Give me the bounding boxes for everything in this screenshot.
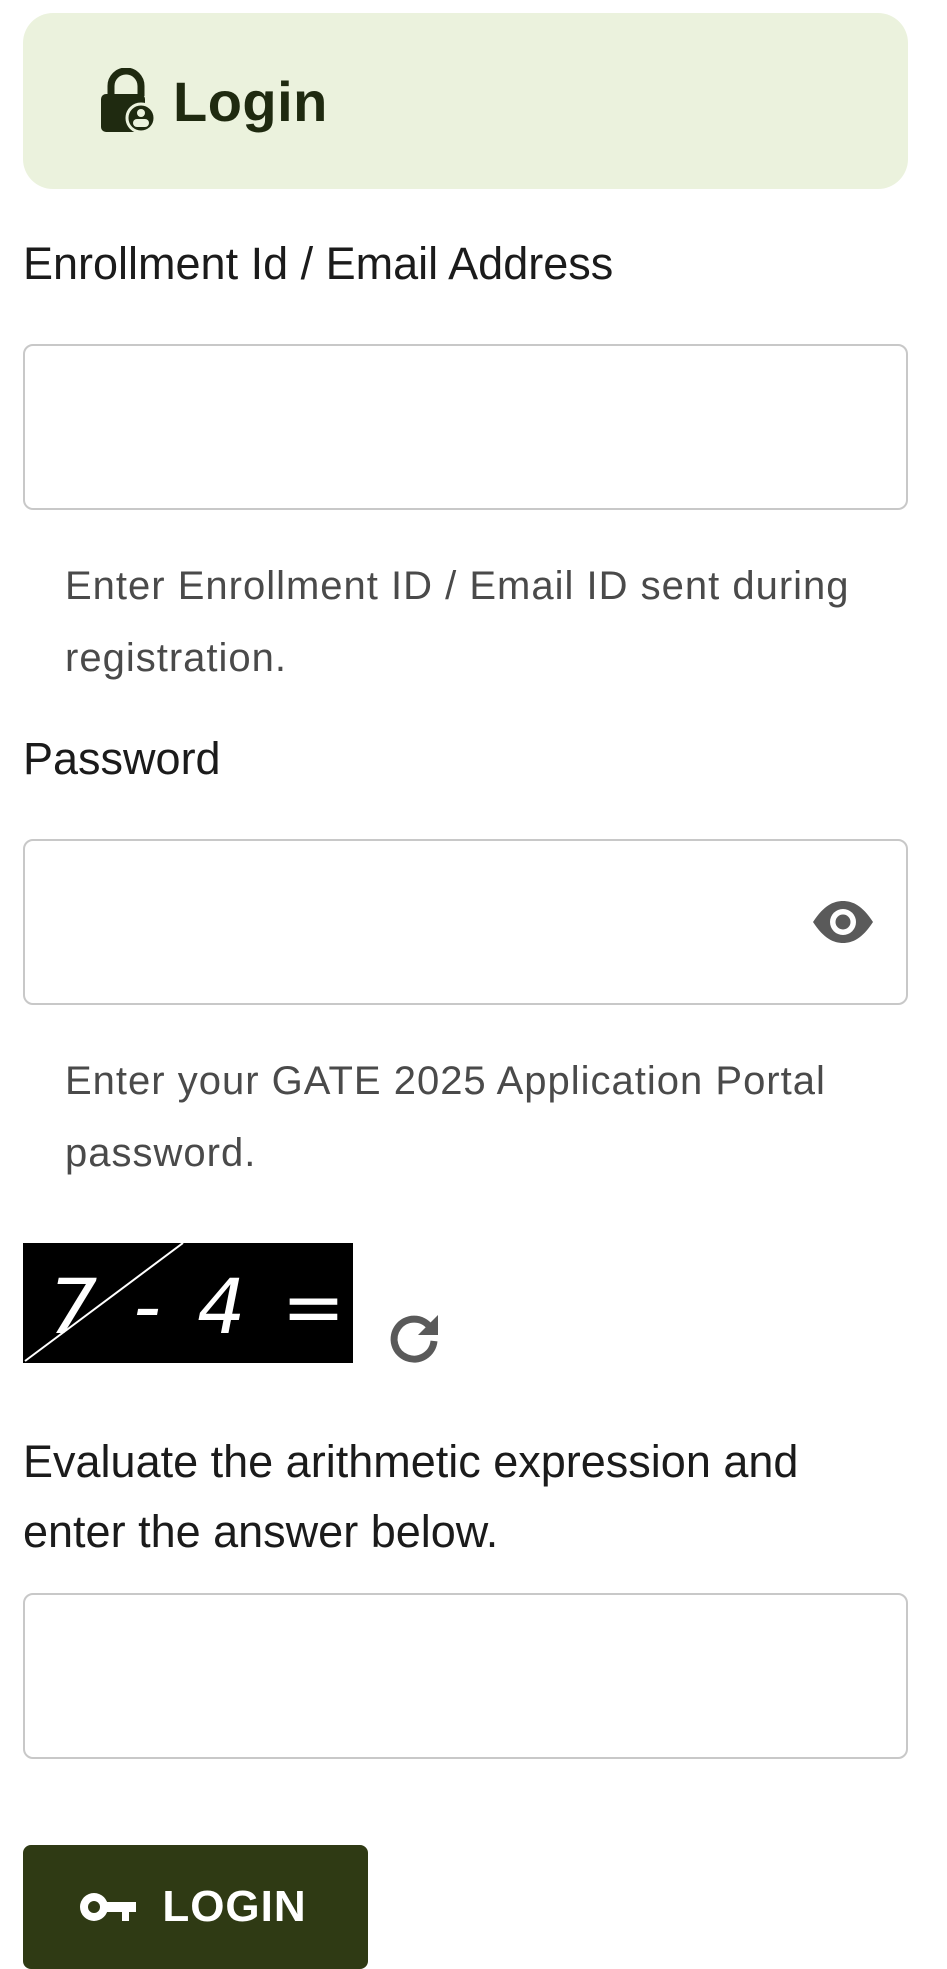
- captcha-input[interactable]: [25, 1595, 906, 1757]
- enrollment-helper-text: Enter Enrollment ID / Email ID sent duri…: [65, 564, 850, 680]
- enrollment-label: Enrollment Id / Email Address: [23, 238, 614, 289]
- page-title: Login: [173, 69, 328, 133]
- lock-icon: [101, 68, 155, 134]
- refresh-icon[interactable]: [386, 1311, 442, 1367]
- password-label: Password: [23, 733, 221, 784]
- login-button[interactable]: LOGIN: [23, 1845, 368, 1969]
- eye-icon[interactable]: [810, 899, 876, 945]
- password-input-box[interactable]: [23, 839, 908, 1005]
- password-helper-text: Enter your GATE 2025 Application Portal …: [65, 1059, 826, 1175]
- captcha-input-box[interactable]: [23, 1593, 908, 1759]
- captcha-expression: 7 - 4 =: [49, 1262, 351, 1351]
- key-icon: [80, 1893, 137, 1921]
- login-button-label: LOGIN: [162, 1882, 307, 1931]
- captcha-row: 7 - 4 =: [23, 1243, 908, 1367]
- captcha-image: 7 - 4 =: [23, 1243, 353, 1363]
- login-form: Login Enrollment Id / Email Address Ente…: [23, 13, 908, 1969]
- captcha-instructions: Evaluate the arithmetic expression and e…: [23, 1436, 799, 1557]
- login-header: Login: [23, 13, 908, 189]
- enrollment-input[interactable]: [25, 346, 906, 508]
- password-input[interactable]: [25, 841, 906, 1003]
- enrollment-input-box[interactable]: [23, 344, 908, 510]
